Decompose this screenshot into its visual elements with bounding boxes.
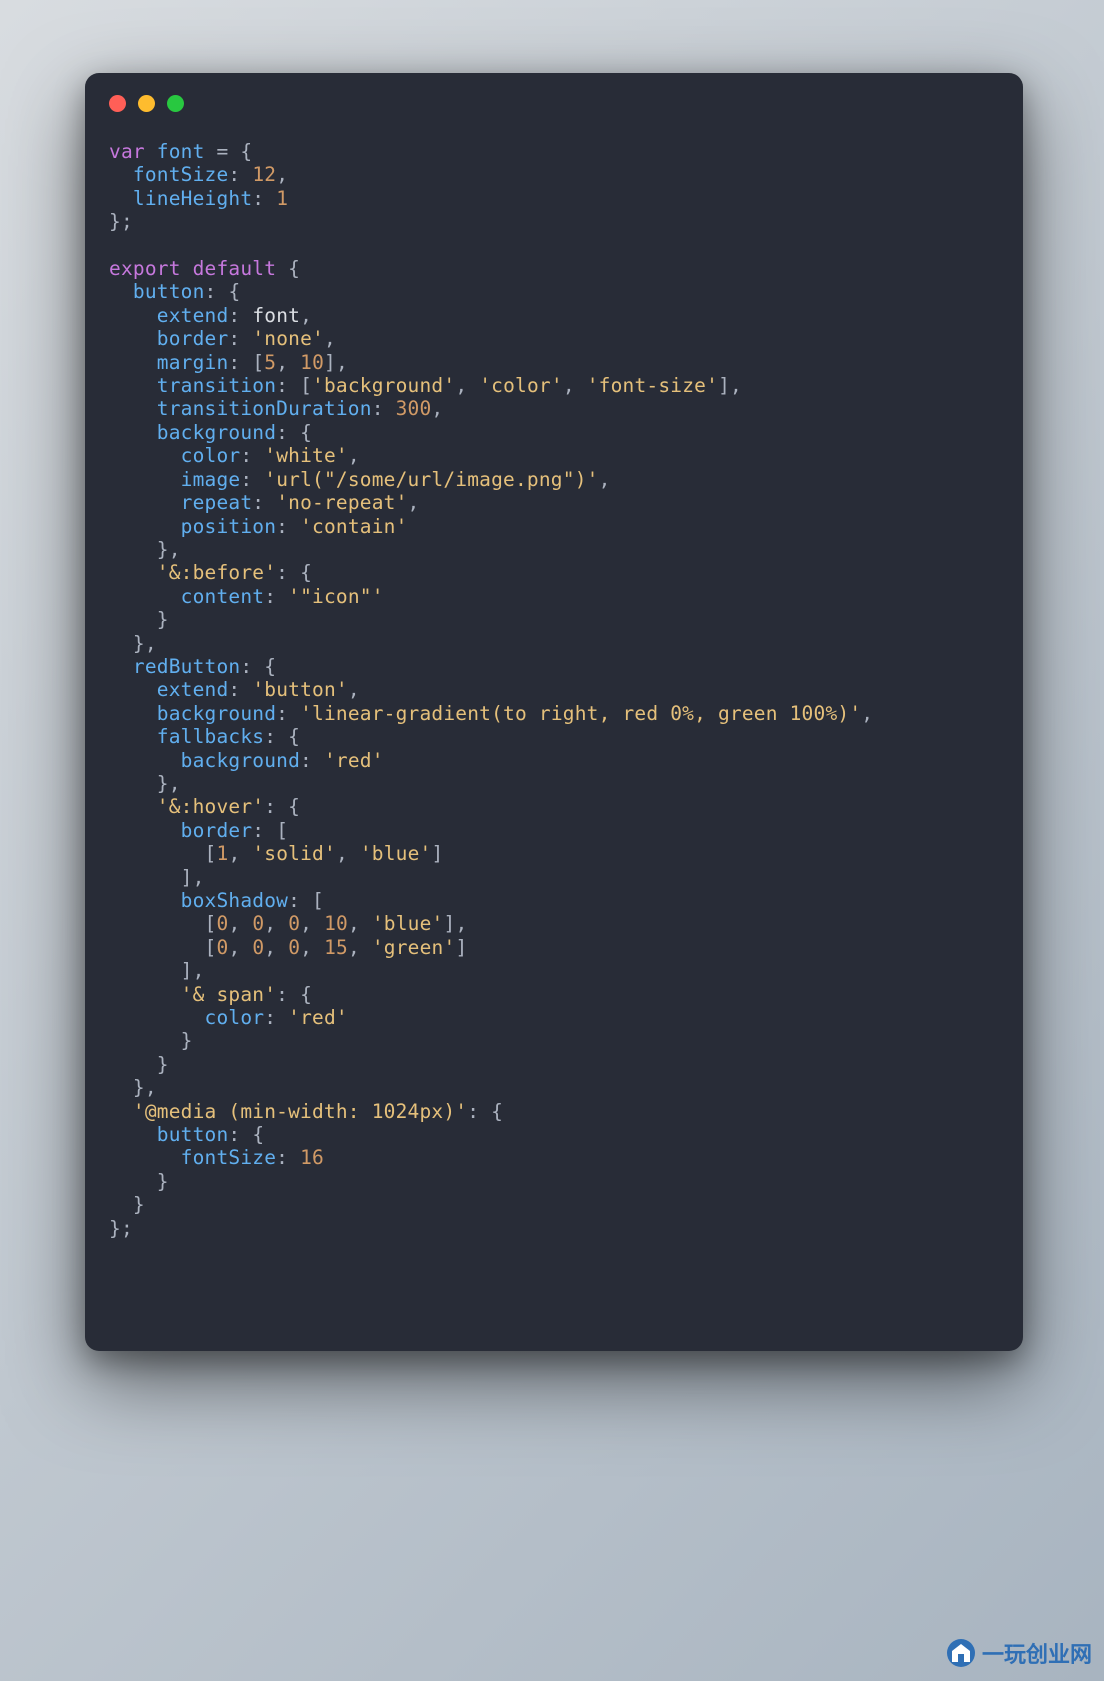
code-block: var font = { fontSize: 12, lineHeight: 1…: [85, 112, 1023, 1264]
logo-icon: [946, 1638, 976, 1668]
zoom-icon[interactable]: [167, 95, 184, 112]
window-controls: [85, 73, 1023, 112]
watermark: 一玩创业网: [946, 1637, 1092, 1669]
code-window: var font = { fontSize: 12, lineHeight: 1…: [85, 73, 1023, 1351]
minimize-icon[interactable]: [138, 95, 155, 112]
close-icon[interactable]: [109, 95, 126, 112]
watermark-text: 一玩创业网: [982, 1637, 1092, 1669]
